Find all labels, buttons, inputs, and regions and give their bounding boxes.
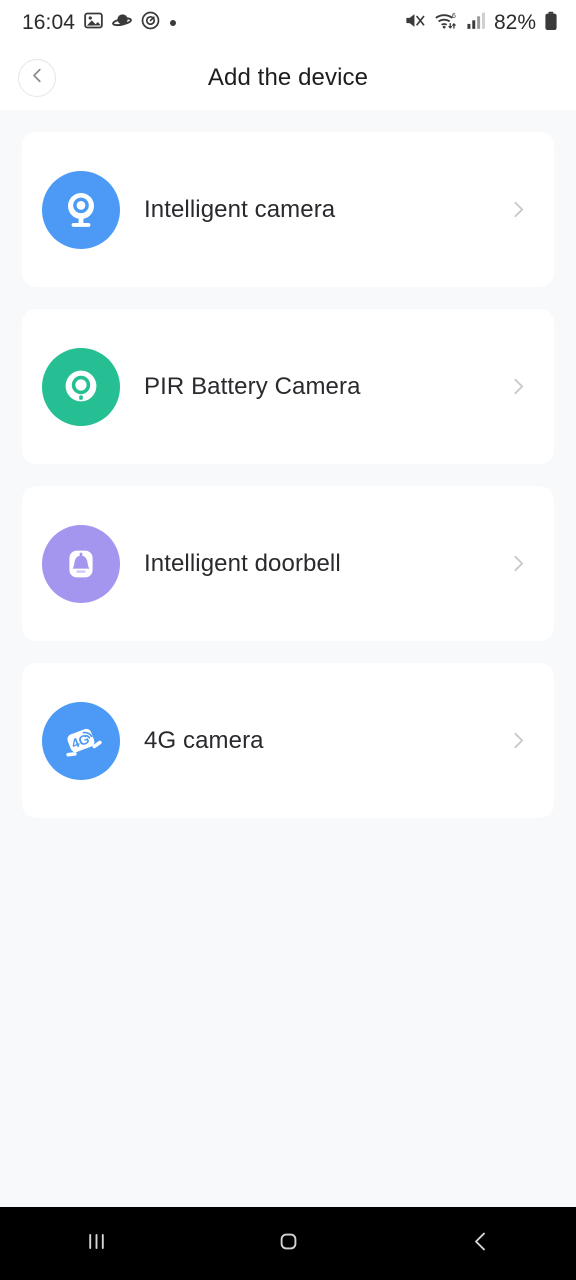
- status-bar: 16:04 6 82%: [0, 0, 576, 46]
- chevron-left-icon: [29, 67, 46, 89]
- device-list: Intelligent camera PIR Battery Camera In…: [0, 110, 576, 1207]
- device-list-item-4g-camera[interactable]: 4G 4G camera: [22, 663, 554, 818]
- back-button[interactable]: [18, 59, 56, 97]
- battery-icon: [544, 11, 558, 36]
- webcam-icon: [42, 170, 120, 249]
- device-list-item-intelligent-camera[interactable]: Intelligent camera: [22, 132, 554, 287]
- status-bar-right: 6 82%: [404, 11, 558, 36]
- device-label: 4G camera: [144, 726, 264, 754]
- device-list-item-pir-battery-camera[interactable]: PIR Battery Camera: [22, 309, 554, 464]
- status-bar-left: 16:04: [22, 11, 177, 35]
- back-icon: [467, 1228, 494, 1260]
- cellular-signal-icon: [466, 11, 486, 35]
- page-header: Add the device: [0, 46, 576, 110]
- home-icon: [275, 1228, 302, 1260]
- device-label: Intelligent doorbell: [144, 549, 341, 577]
- device-list-item-intelligent-doorbell[interactable]: Intelligent doorbell: [22, 486, 554, 641]
- chevron-right-icon[interactable]: [509, 200, 528, 219]
- saturn-icon: [112, 11, 132, 35]
- device-label: PIR Battery Camera: [144, 372, 361, 400]
- recents-button[interactable]: [0, 1207, 192, 1280]
- dot-icon: [169, 14, 177, 32]
- pir-camera-icon: [42, 347, 120, 426]
- home-button[interactable]: [192, 1207, 384, 1280]
- chevron-right-icon[interactable]: [509, 554, 528, 573]
- back-button-nav[interactable]: [384, 1207, 576, 1280]
- phone-screen: 16:04 6 82% Add the device Intelligent c…: [0, 0, 576, 1280]
- svg-text:6: 6: [452, 13, 456, 20]
- wifi6-icon: 6: [434, 11, 458, 35]
- recents-icon: [83, 1228, 110, 1260]
- device-label: Intelligent camera: [144, 195, 336, 223]
- alarm-icon: [141, 11, 160, 35]
- android-navigation-bar: [0, 1207, 576, 1280]
- 4g-camera-icon: 4G: [42, 701, 120, 780]
- page-title: Add the device: [207, 64, 369, 91]
- chevron-right-icon[interactable]: [509, 731, 528, 750]
- gallery-icon: [84, 11, 103, 35]
- status-bar-clock: 16:04: [22, 11, 76, 34]
- doorbell-icon: [42, 524, 120, 603]
- chevron-right-icon[interactable]: [509, 377, 528, 396]
- mute-icon: [404, 11, 426, 35]
- battery-percent-label: 82%: [493, 11, 536, 34]
